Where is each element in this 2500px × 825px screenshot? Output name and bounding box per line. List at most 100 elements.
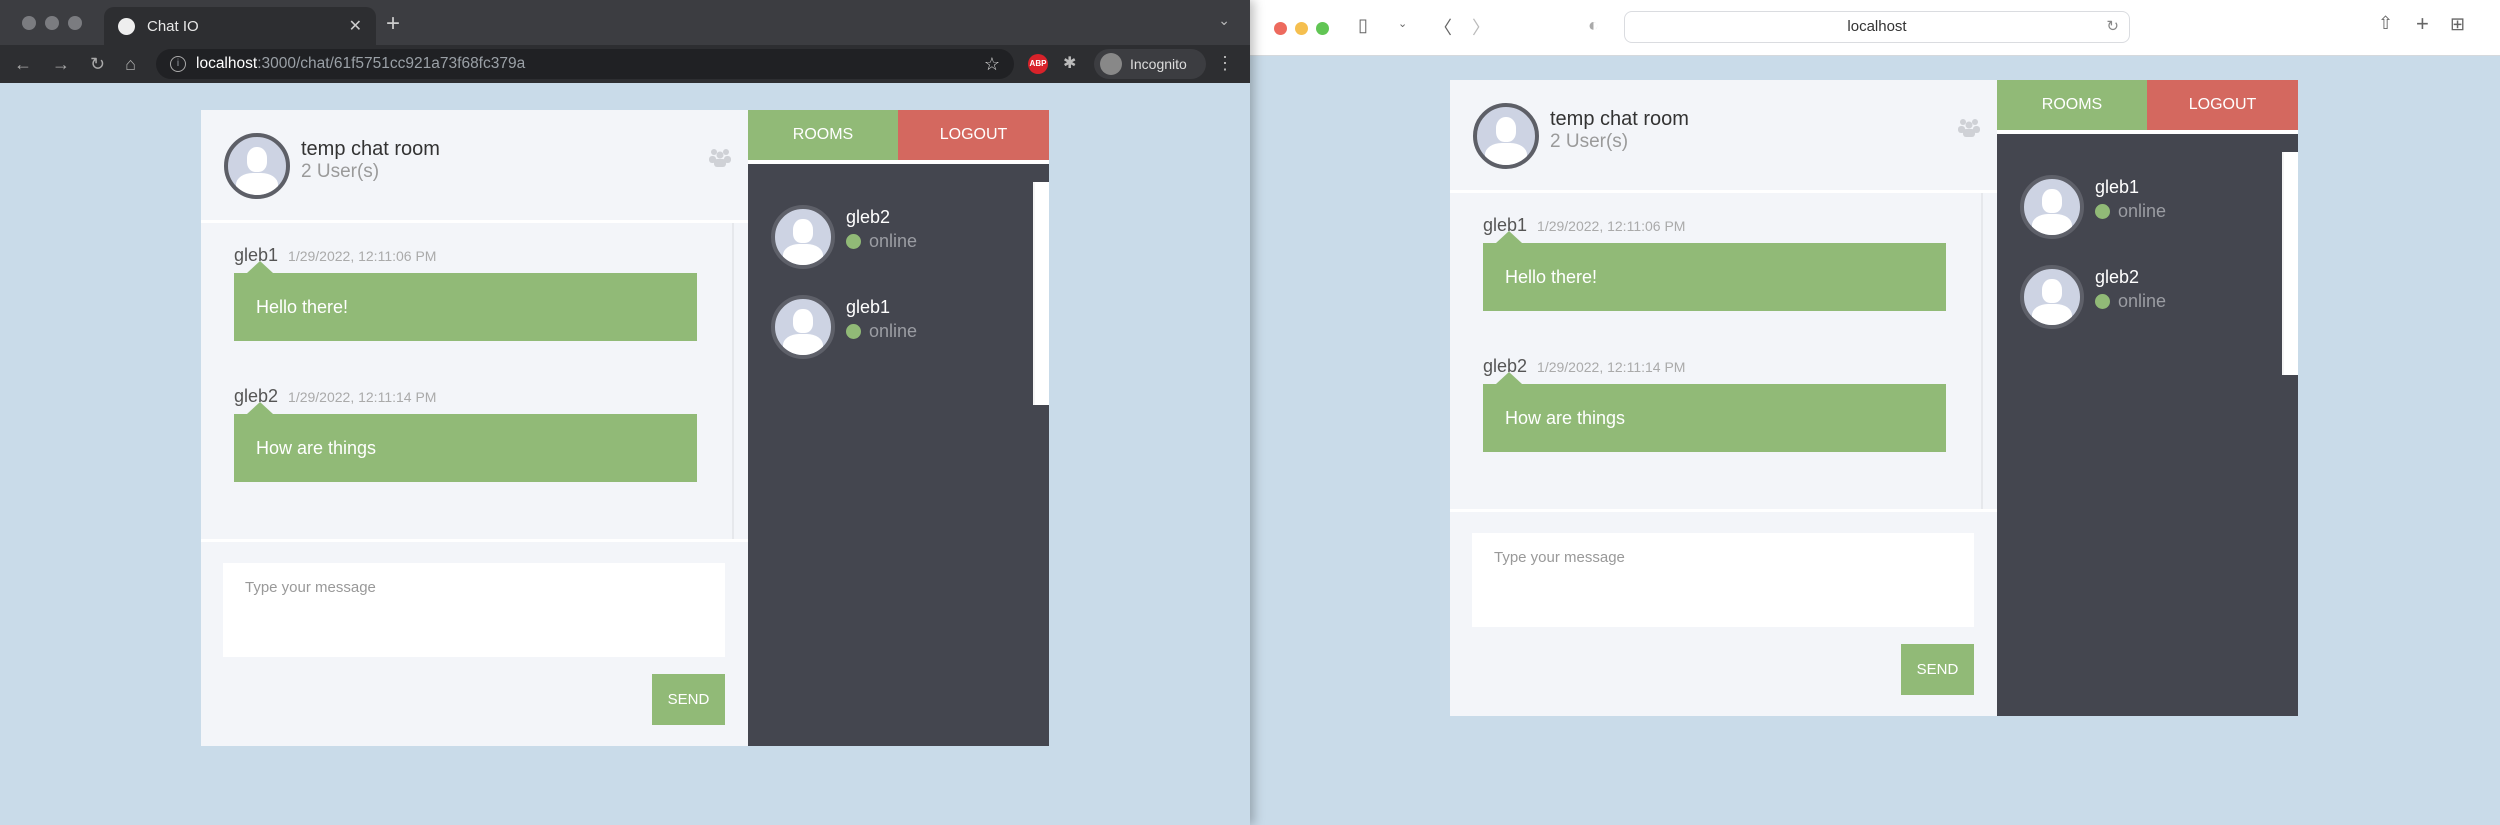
tab-search-chevron-icon[interactable]: ⌄: [1218, 12, 1230, 29]
divider: [201, 539, 748, 542]
online-dot-icon: [2095, 294, 2110, 309]
chat-header: temp chat room 2 User(s): [1450, 80, 1997, 190]
logout-button[interactable]: LOGOUT: [2147, 80, 2298, 130]
incognito-icon: [1100, 53, 1122, 75]
share-icon[interactable]: ⇧: [2378, 13, 2393, 34]
user-avatar: [2020, 265, 2084, 329]
menu-icon[interactable]: ⋮: [1216, 53, 1234, 74]
send-button[interactable]: SEND: [652, 674, 725, 725]
window-controls[interactable]: [1274, 22, 1329, 35]
user-list-item[interactable]: gleb1 online: [1997, 175, 2277, 245]
new-tab-button[interactable]: +: [386, 10, 400, 38]
room-avatar: [224, 133, 290, 199]
divider: [1450, 509, 1997, 512]
divider: [748, 160, 1049, 164]
close-tab-icon[interactable]: ✕: [349, 16, 362, 36]
user-list-item[interactable]: gleb2 online: [1997, 265, 2277, 335]
room-user-count: 2 User(s): [301, 161, 380, 182]
room-title: temp chat room: [1550, 108, 1689, 130]
tab-strip: Chat IO ✕ + ⌄: [0, 0, 1250, 45]
bookmark-star-icon[interactable]: ☆: [984, 54, 1000, 75]
window-controls[interactable]: [22, 16, 82, 30]
chat-card: temp chat room 2 User(s) gleb1 1/29/2022, 1…: [1450, 80, 2298, 716]
back-icon[interactable]: 〈: [1434, 14, 1452, 40]
toolbar: ▯ ⌄ 〈 〉 ◐ localhost ↻ ⇧ + ⊞: [1250, 0, 2500, 56]
sidebar-icon[interactable]: ▯: [1358, 15, 1368, 36]
user-status-label: online: [2118, 291, 2167, 311]
user-status: online: [846, 321, 917, 342]
message-list: gleb1 1/29/2022, 12:11:06 PM Hello there! g…: [1450, 193, 1997, 509]
message-input-box: Type your message: [1472, 533, 1974, 627]
message-bubble: How are things: [234, 402, 697, 482]
users-group-icon[interactable]: [1958, 116, 1980, 138]
logout-button[interactable]: LOGOUT: [898, 110, 1049, 160]
url: localhost: [1847, 18, 1907, 35]
chat-header: temp chat room 2 User(s): [201, 110, 748, 220]
safari-window: ▯ ⌄ 〈 〉 ◐ localhost ↻ ⇧ + ⊞ temp chat ro…: [1250, 0, 2500, 825]
send-button[interactable]: SEND: [1901, 644, 1974, 695]
forward-icon[interactable]: 〉: [1472, 14, 1490, 40]
scrollbar[interactable]: [2282, 152, 2298, 375]
message-input[interactable]: [1472, 533, 1974, 627]
toolbar: ← → ↻ ⌂ i localhost :3000/chat/61f5751cc…: [0, 45, 1250, 83]
room-title: temp chat room: [301, 138, 440, 160]
adblock-icon[interactable]: ABP: [1028, 54, 1048, 74]
rooms-button[interactable]: ROOMS: [748, 110, 898, 160]
url-host: localhost: [196, 55, 258, 72]
room-avatar: [1473, 103, 1539, 169]
extensions-icon[interactable]: ✱: [1063, 53, 1076, 73]
address-bar[interactable]: i localhost :3000/chat/61f5751cc921a73f6…: [156, 49, 1014, 79]
message-input[interactable]: [223, 563, 725, 657]
user-list-item[interactable]: gleb1 online: [748, 295, 1028, 365]
shield-icon[interactable]: ◐: [1588, 15, 1599, 36]
message-time: 1/29/2022, 12:11:14 PM: [288, 389, 437, 405]
tab-overview-icon[interactable]: ⊞: [2450, 14, 2465, 35]
user-status: online: [2095, 201, 2166, 222]
address-bar[interactable]: localhost ↻: [1624, 11, 2130, 43]
home-icon[interactable]: ⌂: [125, 54, 136, 75]
message-bubble: Hello there!: [234, 261, 697, 341]
users-sidebar: ROOMS LOGOUT gleb2 online gleb1 online: [748, 110, 1049, 746]
user-status-label: online: [869, 321, 918, 341]
scroll-track[interactable]: [732, 223, 734, 539]
message-bubble: Hello there!: [1483, 231, 1946, 311]
online-dot-icon: [846, 324, 861, 339]
user-name: gleb2: [846, 207, 891, 227]
user-name: gleb1: [2095, 177, 2140, 197]
forward-icon[interactable]: →: [52, 54, 70, 75]
incognito-label: Incognito: [1130, 56, 1187, 72]
user-status: online: [2095, 291, 2166, 312]
chevron-down-icon[interactable]: ⌄: [1398, 17, 1407, 30]
user-status: online: [846, 231, 917, 252]
user-avatar: [771, 205, 835, 269]
user-list-item[interactable]: gleb2 online: [748, 205, 1028, 275]
message-time: 1/29/2022, 12:11:06 PM: [1537, 218, 1686, 234]
message-time: 1/29/2022, 12:11:06 PM: [288, 248, 437, 264]
user-avatar: [2020, 175, 2084, 239]
user-avatar: [771, 295, 835, 359]
scrollbar[interactable]: [1033, 182, 1049, 405]
divider: [1997, 130, 2298, 134]
users-group-icon[interactable]: [709, 146, 731, 168]
globe-icon: [118, 17, 135, 35]
message-list: gleb1 1/29/2022, 12:11:06 PM Hello there! g…: [201, 223, 748, 539]
room-user-count: 2 User(s): [1550, 131, 1629, 152]
rooms-button[interactable]: ROOMS: [1997, 80, 2147, 130]
url-path: :3000/chat/61f5751cc921a73f68fc379a: [257, 55, 526, 72]
message-time: 1/29/2022, 12:11:14 PM: [1537, 359, 1686, 375]
user-name: gleb1: [846, 297, 891, 317]
back-icon[interactable]: ←: [14, 54, 32, 75]
incognito-badge[interactable]: Incognito: [1094, 49, 1206, 79]
user-status-label: online: [2118, 201, 2167, 221]
user-name: gleb2: [2095, 267, 2140, 287]
online-dot-icon: [2095, 204, 2110, 219]
reload-icon[interactable]: ↻: [2106, 12, 2119, 42]
info-icon[interactable]: i: [170, 56, 186, 72]
users-sidebar: ROOMS LOGOUT gleb1 online gleb2 online: [1997, 80, 2298, 716]
tab-chat-io[interactable]: Chat IO ✕: [104, 7, 376, 45]
user-status-label: online: [869, 231, 918, 251]
new-tab-icon[interactable]: +: [2416, 11, 2429, 37]
reload-icon[interactable]: ↻: [90, 54, 105, 75]
message-bubble: How are things: [1483, 372, 1946, 452]
scroll-track[interactable]: [1981, 193, 1983, 509]
